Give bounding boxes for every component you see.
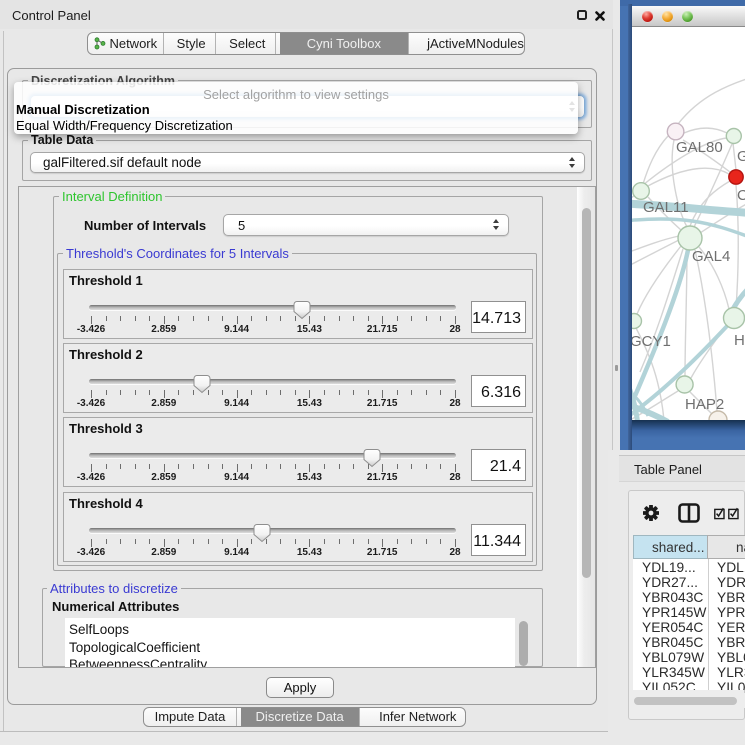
svg-text:GA: GA <box>737 148 745 165</box>
svg-text:GAL11: GAL11 <box>643 199 689 216</box>
svg-text:HAP2: HAP2 <box>685 396 724 413</box>
svg-text:GAL80: GAL80 <box>676 139 723 156</box>
svg-text:H: H <box>734 332 745 349</box>
svg-text:GCY1: GCY1 <box>632 333 671 350</box>
svg-text:GAL4: GAL4 <box>692 248 730 265</box>
svg-text:C: C <box>737 187 745 204</box>
